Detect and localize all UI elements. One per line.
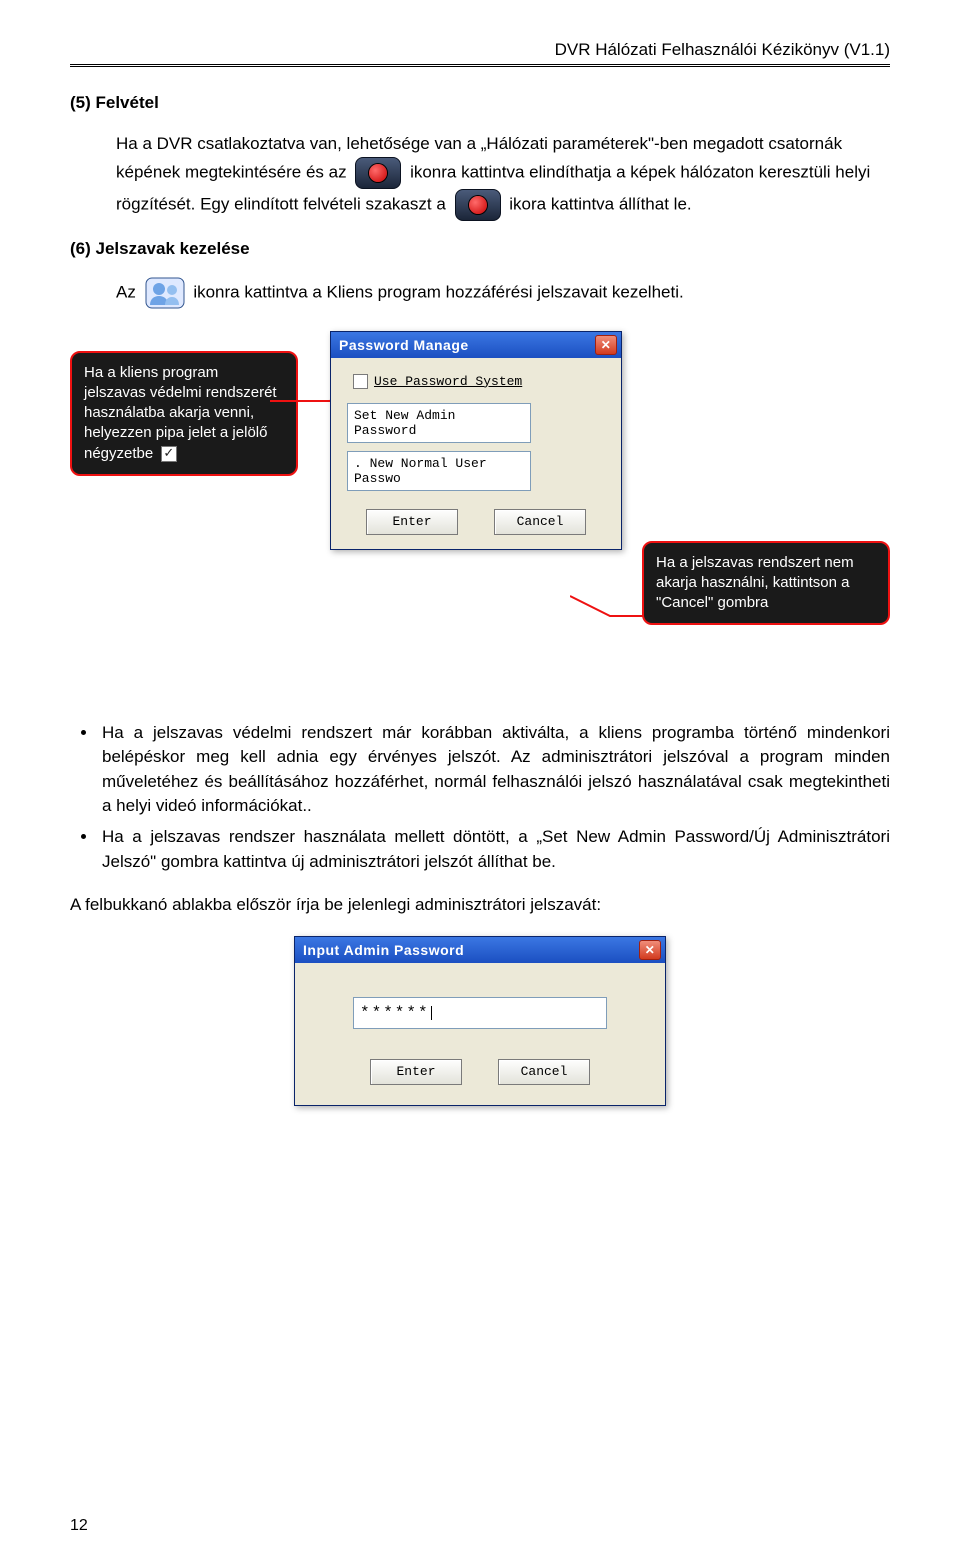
close-icon[interactable]: ✕ bbox=[639, 940, 661, 960]
section-6-paragraph: Az ikonra kattintva a Kliens program hoz… bbox=[116, 277, 890, 309]
enter-button[interactable]: Enter bbox=[366, 509, 458, 535]
users-icon bbox=[145, 277, 185, 309]
dialog-title: Password Manage bbox=[339, 337, 469, 353]
text: Az bbox=[116, 282, 136, 301]
input-admin-figure: Input Admin Password ✕ ****** Enter Canc… bbox=[70, 936, 890, 1106]
callout-text: Ha a kliens program jelszavas védelmi re… bbox=[84, 364, 277, 462]
use-password-row: Use Password System bbox=[353, 374, 605, 389]
callout-left: Ha a kliens program jelszavas védelmi re… bbox=[70, 351, 298, 476]
callout-right: Ha a jelszavas rendszert nem akarja hasz… bbox=[642, 541, 890, 626]
text: ikonra kattintva a Kliens program hozzáf… bbox=[193, 282, 683, 301]
password-manage-figure: Ha a kliens program jelszavas védelmi re… bbox=[70, 331, 890, 691]
cancel-button[interactable]: Cancel bbox=[498, 1059, 590, 1085]
use-password-label: Use Password System bbox=[374, 374, 522, 389]
dialog-titlebar: Input Admin Password ✕ bbox=[295, 937, 665, 963]
text: ikora kattintva állíthat le. bbox=[509, 194, 691, 213]
list-item: Ha a jelszavas védelmi rendszert már kor… bbox=[98, 721, 890, 820]
use-password-checkbox[interactable] bbox=[353, 374, 368, 389]
input-admin-dialog: Input Admin Password ✕ ****** Enter Canc… bbox=[294, 936, 666, 1106]
caret-icon bbox=[431, 1006, 432, 1020]
set-admin-password-button[interactable]: Set New Admin Password bbox=[347, 403, 531, 443]
enter-button[interactable]: Enter bbox=[370, 1059, 462, 1085]
section-5-paragraph: Ha a DVR csatlakoztatva van, lehetősége … bbox=[116, 131, 890, 221]
admin-password-input[interactable]: ****** bbox=[353, 997, 607, 1029]
section-5-heading: (5) Felvétel bbox=[70, 93, 890, 113]
section-6-heading: (6) Jelszavak kezelése bbox=[70, 239, 890, 259]
record-start-icon bbox=[355, 157, 401, 189]
callout-text: Ha a jelszavas rendszert nem akarja hasz… bbox=[656, 554, 854, 612]
cancel-button[interactable]: Cancel bbox=[494, 509, 586, 535]
page-header: DVR Hálózati Felhasználói Kézikönyv (V1.… bbox=[70, 40, 890, 60]
password-manage-dialog: Password Manage ✕ Use Password System Se… bbox=[330, 331, 622, 550]
password-value: ****** bbox=[360, 1004, 430, 1022]
header-divider bbox=[70, 64, 890, 67]
dialog-title: Input Admin Password bbox=[303, 942, 464, 958]
record-stop-icon bbox=[455, 189, 501, 221]
page-number: 12 bbox=[70, 1517, 88, 1535]
close-icon[interactable]: ✕ bbox=[595, 335, 617, 355]
check-icon bbox=[161, 446, 177, 462]
paragraph-input-admin: A felbukkanó ablakba először írja be jel… bbox=[70, 892, 890, 918]
dialog-titlebar: Password Manage ✕ bbox=[331, 332, 621, 358]
new-normal-user-password-button[interactable]: . New Normal User Passwo bbox=[347, 451, 531, 491]
list-item: Ha a jelszavas rendszer használata melle… bbox=[98, 825, 890, 874]
bullet-list: Ha a jelszavas védelmi rendszert már kor… bbox=[98, 721, 890, 875]
